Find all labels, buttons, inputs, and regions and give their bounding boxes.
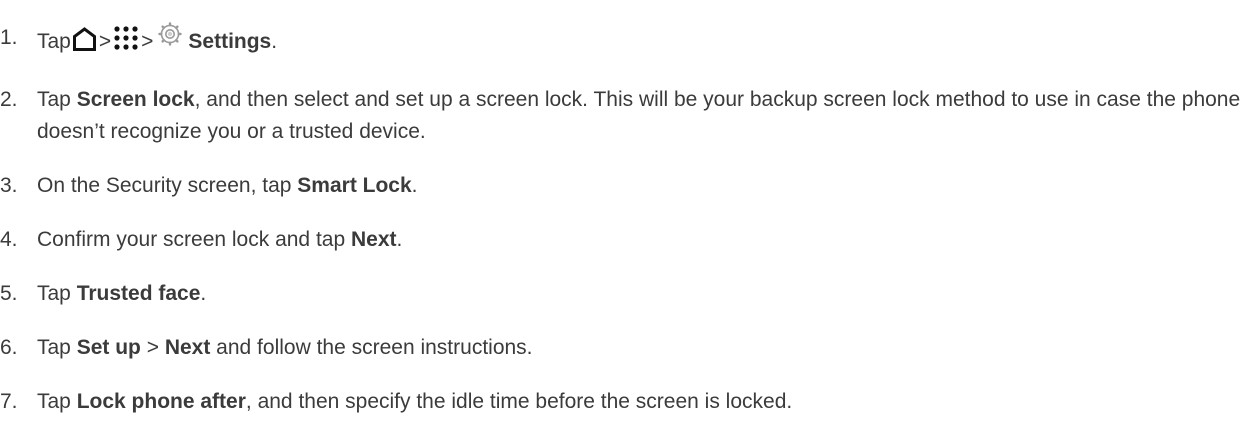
step-number: 3.	[0, 174, 18, 197]
step-text-segment: On the Security screen, tap	[37, 174, 298, 197]
step-number: 6.	[0, 336, 18, 359]
next-label: Next	[164, 336, 211, 359]
step-text: Tap Trusted face.	[37, 278, 1247, 310]
step-text: Tap Set up > Next and follow the screen …	[37, 332, 1247, 364]
lock-phone-after-label: Lock phone after	[76, 390, 246, 413]
step-number: 2.	[0, 88, 18, 111]
step-text: Tap Screen lock, and then select and set…	[37, 84, 1247, 148]
step-text-segment: Tap	[37, 30, 71, 53]
step-text: Tap Lock phone after, and then specify t…	[37, 386, 1247, 418]
step-text-segment: Confirm your screen lock and tap	[37, 228, 351, 251]
separator: >	[141, 30, 154, 53]
step-number: 7.	[0, 390, 18, 413]
settings-label: Settings	[188, 30, 272, 53]
step-text-segment: Tap	[37, 390, 77, 413]
step-text-segment: .	[411, 174, 418, 197]
separator: >	[98, 30, 112, 53]
set-up-label: Set up	[76, 336, 141, 359]
step-text-segment: >	[140, 336, 165, 359]
step-text-segment: .	[271, 30, 278, 53]
step-text-segment: , and then select and set up a screen lo…	[37, 88, 1241, 143]
step-text: Tap > > Settings.	[37, 22, 1247, 58]
step-text: Confirm your screen lock and tap Next.	[37, 224, 1247, 256]
trusted-face-label: Trusted face	[76, 282, 201, 305]
step-text-segment: Tap	[37, 336, 77, 359]
step-text-segment: Tap	[37, 282, 77, 305]
home-icon	[72, 27, 97, 51]
step-number: 5.	[0, 282, 18, 305]
step-text-segment: Tap	[37, 88, 77, 111]
step-number: 4.	[0, 228, 18, 251]
step-text-segment: .	[396, 228, 403, 251]
apps-icon	[113, 25, 139, 51]
next-label: Next	[350, 228, 397, 251]
settings-gear-icon	[158, 22, 183, 46]
smart-lock-label: Smart Lock	[297, 174, 412, 197]
step-text-segment: .	[200, 282, 207, 305]
instruction-steps: 1. Tap > > Settings. 2. Tap Screen lock, an…	[0, 0, 1256, 447]
step-text: On the Security screen, tap Smart Lock.	[37, 170, 1247, 202]
step-text-segment: , and then specify the idle time before …	[245, 390, 793, 413]
screen-lock-label: Screen lock	[76, 88, 195, 111]
step-number: 1.	[0, 26, 18, 49]
step-text-segment: and follow the screen instructions.	[210, 336, 533, 359]
